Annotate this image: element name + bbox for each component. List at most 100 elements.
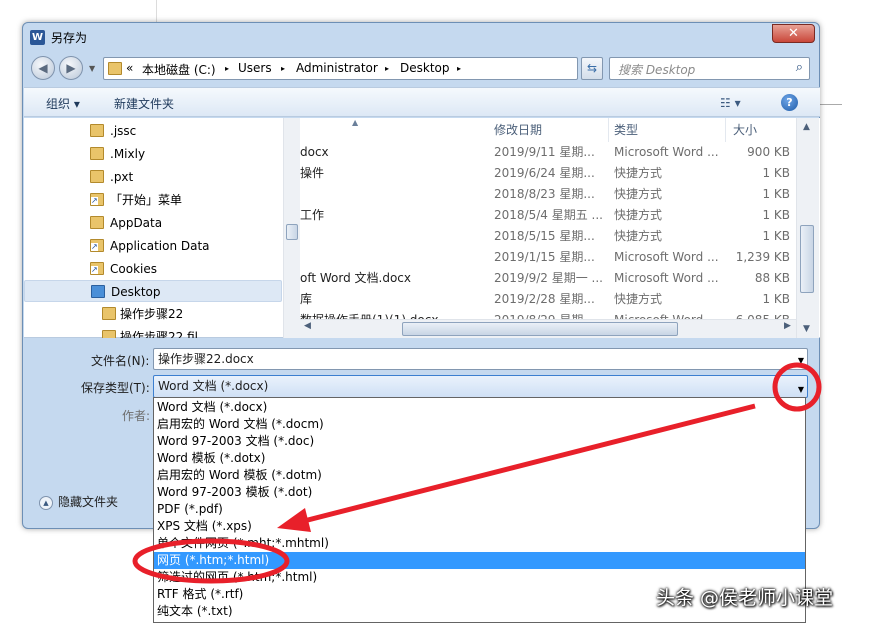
file-size: 1 KB	[762, 229, 790, 243]
scrollbar-thumb[interactable]	[286, 224, 298, 240]
filetype-option[interactable]: Word 模板 (*.dotx)	[154, 450, 805, 467]
column-header-date[interactable]: 修改日期	[494, 118, 542, 142]
refresh-icon[interactable]: ⇆	[581, 57, 603, 80]
file-type: 快捷方式	[614, 187, 663, 201]
navigation-scrollbar[interactable]	[283, 118, 300, 338]
scroll-left-icon[interactable]: ◀	[304, 321, 311, 331]
scrollbar-thumb[interactable]	[402, 322, 678, 336]
filetype-option[interactable]: Word 文档 (*.docx)	[154, 399, 805, 416]
table-row[interactable]: 工作 2018/5/4 星期五 ... 快捷方式 1 KB	[300, 205, 796, 226]
watermark: 头条 @侯老师小课堂	[656, 587, 834, 609]
folder-icon	[90, 170, 104, 183]
filetype-option[interactable]: Word 97-2003 模板 (*.dot)	[154, 484, 805, 501]
breadcrumb-administrator[interactable]: Administrator	[296, 61, 378, 75]
table-row[interactable]: oft Word 文档.docx 2019/9/2 星期一 ... Microsof…	[300, 268, 796, 289]
filetype-option[interactable]: XPS 文档 (*.xps)	[154, 518, 805, 535]
navigation-row: ◀ ▶ ▼ « 本地磁盘 (C:) ▸ Users ▸ Administrato…	[23, 51, 819, 85]
file-type: Microsoft Word ...	[614, 145, 719, 159]
nav-item-start-menu[interactable]: 「开始」菜单	[24, 189, 282, 211]
author-label: 作者:	[122, 409, 151, 423]
file-name: docx	[300, 145, 329, 159]
breadcrumb-overflow[interactable]: «	[126, 61, 133, 75]
file-type: 快捷方式	[614, 208, 663, 222]
column-header-type[interactable]: 类型	[614, 118, 638, 142]
nav-item-application-data[interactable]: Application Data	[24, 235, 282, 257]
breadcrumb-separator[interactable]: ▸	[225, 64, 229, 73]
view-options-icon[interactable]: ☷ ▾	[720, 96, 741, 110]
filetype-option[interactable]: 网页 (*.htm;*.html)	[154, 552, 805, 569]
file-size: 1 KB	[762, 187, 790, 201]
word-app-icon: W	[30, 30, 45, 45]
file-size: 1 KB	[762, 208, 790, 222]
document-ruler-mark	[820, 104, 842, 105]
hide-folders-toggle[interactable]: ▲ 隐藏文件夹	[39, 493, 118, 510]
desktop-folder-icon	[91, 285, 105, 298]
folder-icon	[102, 330, 116, 338]
nav-item-desktop[interactable]: Desktop	[24, 280, 282, 302]
nav-item-appdata[interactable]: AppData	[24, 212, 282, 234]
address-bar[interactable]: « 本地磁盘 (C:) ▸ Users ▸ Administrator ▸ De…	[103, 57, 578, 80]
file-type: 快捷方式	[614, 166, 663, 180]
filetype-option[interactable]: PDF (*.pdf)	[154, 501, 805, 518]
file-size: 900 KB	[747, 145, 790, 159]
close-button[interactable]: ✕	[772, 24, 815, 43]
file-name: oft Word 文档.docx	[300, 271, 412, 285]
file-size: 88 KB	[754, 271, 790, 285]
navigation-pane: .jssc .Mixly .pxt 「开始」菜单 AppData Applica…	[24, 118, 284, 338]
file-list-scrollbar[interactable]: ▲ ▼	[796, 118, 819, 338]
forward-arrow-icon[interactable]: ▶	[59, 56, 83, 80]
file-type: Microsoft Word ...	[614, 271, 719, 285]
nav-item-step22-files[interactable]: 操作步骤22.fil	[24, 326, 282, 338]
folder-shortcut-icon	[90, 193, 104, 206]
table-row[interactable]: 操件 2019/6/24 星期... 快捷方式 1 KB	[300, 163, 796, 184]
help-icon[interactable]: ?	[781, 94, 798, 111]
nav-item-cookies[interactable]: Cookies	[24, 258, 282, 280]
filetype-option[interactable]: 启用宏的 Word 模板 (*.dotm)	[154, 467, 805, 484]
table-row[interactable]: 2018/8/23 星期... 快捷方式 1 KB	[300, 184, 796, 205]
horizontal-scrollbar[interactable]: ◀ ▶	[300, 319, 796, 338]
file-size: 1 KB	[762, 292, 790, 306]
table-row[interactable]: 2019/1/15 星期... Microsoft Word ... 1,239 K…	[300, 247, 796, 268]
history-chevron-down-icon[interactable]: ▼	[89, 64, 95, 73]
nav-item-step22[interactable]: 操作步骤22	[24, 303, 282, 325]
folder-icon	[90, 147, 104, 160]
search-icon[interactable]: ⌕	[796, 60, 803, 75]
command-bar: 组织 ▾ 新建文件夹 ☷ ▾ ?	[24, 87, 820, 117]
nav-item-mixly[interactable]: .Mixly	[24, 143, 282, 165]
breadcrumb-separator[interactable]: ▸	[281, 64, 285, 73]
table-row[interactable]: 2018/5/15 星期... 快捷方式 1 KB	[300, 226, 796, 247]
breadcrumb-desktop[interactable]: Desktop	[400, 61, 450, 75]
filetype-select[interactable]: Word 文档 (*.docx) ▼	[153, 375, 808, 398]
back-arrow-icon[interactable]: ◀	[31, 56, 55, 80]
filename-input[interactable]: 操作步骤22.docx ▼	[153, 348, 808, 370]
title-bar[interactable]: W 另存为 ✕	[23, 23, 819, 51]
file-name: 操件	[300, 166, 325, 180]
filetype-option[interactable]: 单个文件网页 (*.mht;*.mhtml)	[154, 535, 805, 552]
filetype-label: 保存类型(T):	[81, 381, 150, 395]
scroll-right-icon[interactable]: ▶	[784, 321, 791, 331]
table-row[interactable]: docx 2019/9/11 星期... Microsoft Word ... 900…	[300, 142, 796, 163]
filetype-option[interactable]: Word 97-2003 文档 (*.doc)	[154, 433, 805, 450]
chevron-down-icon[interactable]: ▼	[798, 351, 804, 371]
folder-shortcut-icon	[90, 262, 104, 275]
nav-item-pxt[interactable]: .pxt	[24, 166, 282, 188]
column-divider[interactable]	[608, 118, 609, 142]
breadcrumb-separator[interactable]: ▸	[385, 64, 389, 73]
nav-item-jssc[interactable]: .jssc	[24, 120, 282, 142]
breadcrumb-drive[interactable]: 本地磁盘 (C:)	[142, 61, 216, 78]
organize-button[interactable]: 组织 ▾	[46, 95, 80, 112]
column-divider[interactable]	[725, 118, 726, 142]
chevron-up-icon: ▲	[39, 495, 53, 510]
scroll-down-icon[interactable]: ▼	[803, 324, 810, 334]
column-header-size[interactable]: 大小	[733, 118, 757, 142]
table-row[interactable]: 库 2019/2/28 星期... 快捷方式 1 KB	[300, 289, 796, 310]
file-name: 工作	[300, 208, 325, 222]
scrollbar-thumb[interactable]	[800, 225, 814, 293]
breadcrumb-separator[interactable]: ▸	[457, 64, 461, 73]
new-folder-button[interactable]: 新建文件夹	[114, 95, 174, 112]
file-size: 1 KB	[762, 166, 790, 180]
filetype-option[interactable]: 启用宏的 Word 文档 (*.docm)	[154, 416, 805, 433]
scroll-up-icon[interactable]: ▲	[803, 122, 810, 132]
search-box[interactable]: 搜索 Desktop ⌕	[609, 57, 810, 80]
breadcrumb-users[interactable]: Users	[238, 61, 272, 75]
